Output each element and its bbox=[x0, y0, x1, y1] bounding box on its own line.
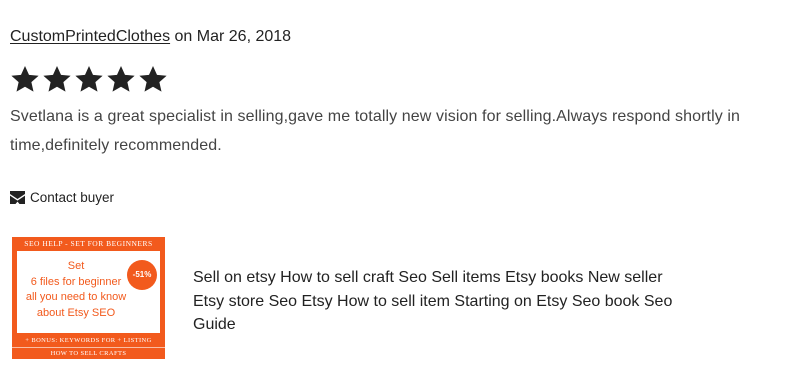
thumbnail-line-3: all you need to know bbox=[25, 291, 127, 303]
review-date: on Mar 26, 2018 bbox=[170, 28, 292, 45]
star-icon bbox=[138, 64, 168, 94]
review-card: CustomPrintedClothes on Mar 26, 2018 Sve… bbox=[10, 0, 786, 377]
thumbnail-panel-text: Set 6 files for beginner all you need to… bbox=[17, 259, 135, 321]
contact-buyer-button[interactable]: Contact buyer bbox=[10, 190, 114, 205]
thumbnail-line-4: about Etsy SEO bbox=[36, 306, 116, 319]
thumbnail-line-2: 6 files for beginner bbox=[30, 275, 122, 288]
star-icon bbox=[10, 64, 40, 94]
envelope-icon bbox=[10, 191, 25, 204]
thumbnail-line-1: Set bbox=[67, 260, 85, 272]
star-icon bbox=[42, 64, 72, 94]
purchased-listing[interactable]: SEO HELP - SET FOR BEGINNERS Set 6 files… bbox=[12, 237, 693, 359]
discount-badge: -51% bbox=[127, 260, 157, 290]
listing-title-link[interactable]: Sell on etsy How to sell craft Seo Sell … bbox=[193, 266, 693, 337]
thumbnail-bottom-line-2: HOW TO SELL CRAFTS bbox=[12, 347, 165, 360]
star-rating bbox=[10, 64, 168, 94]
thumbnail-top-banner: SEO HELP - SET FOR BEGINNERS bbox=[24, 239, 153, 248]
thumbnail-bottom-line-1: + BONUS: KEYWORDS FOR + LISTING bbox=[25, 337, 152, 344]
contact-buyer-label: Contact buyer bbox=[30, 190, 115, 205]
thumbnail-panel: Set 6 files for beginner all you need to… bbox=[17, 251, 160, 333]
review-header: CustomPrintedClothes on Mar 26, 2018 bbox=[10, 27, 291, 47]
review-body: Svetlana is a great specialist in sellin… bbox=[10, 108, 741, 154]
star-icon bbox=[74, 64, 104, 94]
listing-thumbnail[interactable]: SEO HELP - SET FOR BEGINNERS Set 6 files… bbox=[12, 237, 165, 359]
star-icon bbox=[106, 64, 136, 94]
reviewer-name-link[interactable]: CustomPrintedClothes bbox=[10, 28, 170, 45]
